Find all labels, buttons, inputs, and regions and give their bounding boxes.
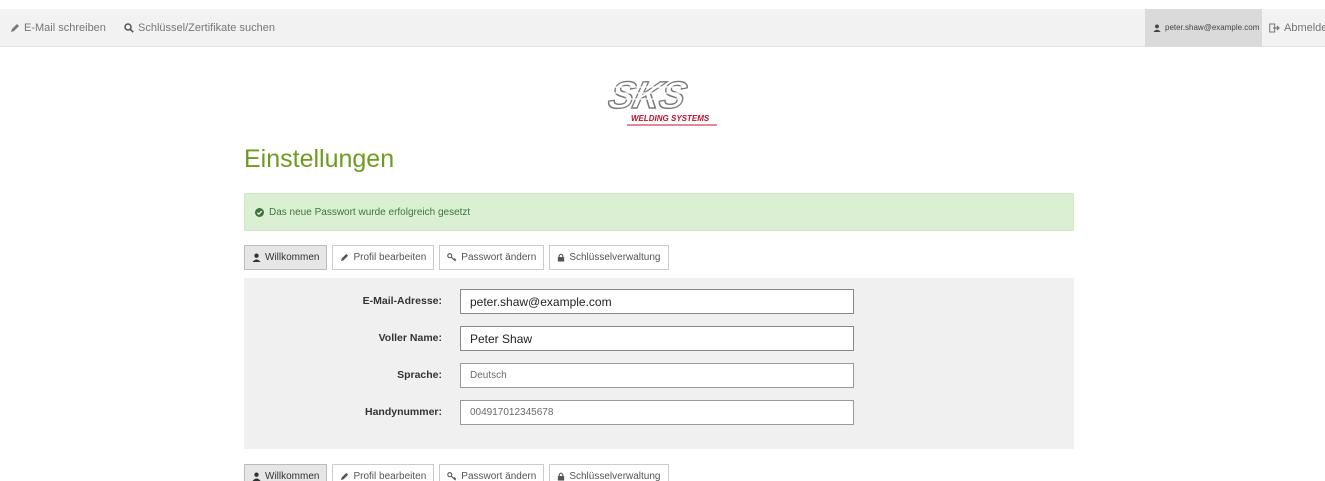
tab-welcome[interactable]: Willkommen <box>244 464 328 481</box>
email-label: E-Mail-Adresse: <box>362 295 442 307</box>
language-row: Sprache: <box>244 363 1074 388</box>
tab-label: Schlüsselverwaltung <box>569 252 661 263</box>
pencil-icon <box>11 24 19 32</box>
tab-label: Willkommen <box>265 471 320 481</box>
key-icon <box>447 253 457 262</box>
search-icon <box>124 23 134 33</box>
mobile-field[interactable] <box>460 400 854 425</box>
logout-label: Abmelden <box>1284 22 1325 34</box>
svg-text:WELDING SYSTEMS: WELDING SYSTEMS <box>631 114 710 123</box>
tab-change-password[interactable]: Passwort ändern <box>439 464 545 481</box>
tab-change-password[interactable]: Passwort ändern <box>439 245 545 270</box>
name-row: Voller Name: <box>244 326 1074 351</box>
search-keys-link[interactable]: Schlüssel/Zertifikate suchen <box>124 9 275 47</box>
tab-edit-profile[interactable]: Profil bearbeiten <box>332 464 435 481</box>
pencil-icon <box>341 472 349 481</box>
profile-panel: E-Mail-Adresse: Voller Name: Sprache: Ha… <box>244 278 1074 449</box>
settings-tabs: Willkommen Profil bearbeiten Passwort än… <box>244 245 669 270</box>
tab-welcome[interactable]: Willkommen <box>244 245 328 270</box>
logout-icon <box>1269 23 1280 33</box>
alert-message: Das neue Passwort wurde erfolgreich gese… <box>269 206 471 218</box>
settings-tabs-bottom: Willkommen Profil bearbeiten Passwort än… <box>244 464 669 481</box>
user-icon <box>252 253 261 262</box>
tab-label: Passwort ändern <box>461 252 537 263</box>
logout-link[interactable]: Abmelden <box>1269 9 1325 47</box>
search-keys-label: Schlüssel/Zertifikate suchen <box>138 22 275 34</box>
lock-icon <box>558 253 565 262</box>
user-email-label: peter.shaw@example.com <box>1165 23 1260 32</box>
key-icon <box>447 472 457 481</box>
tab-edit-profile[interactable]: Profil bearbeiten <box>332 245 435 270</box>
tab-key-management[interactable]: Schlüsselverwaltung <box>549 245 669 270</box>
tab-label: Passwort ändern <box>461 471 537 481</box>
email-row: E-Mail-Adresse: <box>244 289 1074 314</box>
top-navbar: E-Mail schreiben Schlüssel/Zertifikate s… <box>0 9 1325 47</box>
tab-label: Willkommen <box>265 252 320 263</box>
svg-text:SKS: SKS <box>604 75 691 117</box>
tab-label: Profil bearbeiten <box>353 471 427 481</box>
user-icon <box>1153 24 1161 32</box>
language-label: Sprache: <box>397 369 442 381</box>
user-menu[interactable]: peter.shaw@example.com <box>1145 9 1262 47</box>
tab-label: Profil bearbeiten <box>353 252 427 263</box>
name-label: Voller Name: <box>378 332 442 344</box>
company-logo: SKS WELDING SYSTEMS <box>593 74 725 128</box>
check-circle-icon <box>255 207 264 217</box>
email-field[interactable] <box>460 289 854 314</box>
language-field[interactable] <box>460 363 854 388</box>
tab-key-management[interactable]: Schlüsselverwaltung <box>549 464 669 481</box>
mobile-label: Handynummer: <box>364 406 442 418</box>
name-field[interactable] <box>460 326 854 351</box>
success-alert: Das neue Passwort wurde erfolgreich gese… <box>244 193 1074 231</box>
lock-icon <box>558 472 565 481</box>
pencil-icon <box>341 253 349 262</box>
page-title: Einstellungen <box>244 145 395 173</box>
mobile-row: Handynummer: <box>244 400 1074 425</box>
user-icon <box>252 472 261 481</box>
compose-email-link[interactable]: E-Mail schreiben <box>10 9 106 47</box>
tab-label: Schlüsselverwaltung <box>569 471 661 481</box>
compose-email-label: E-Mail schreiben <box>24 22 106 34</box>
